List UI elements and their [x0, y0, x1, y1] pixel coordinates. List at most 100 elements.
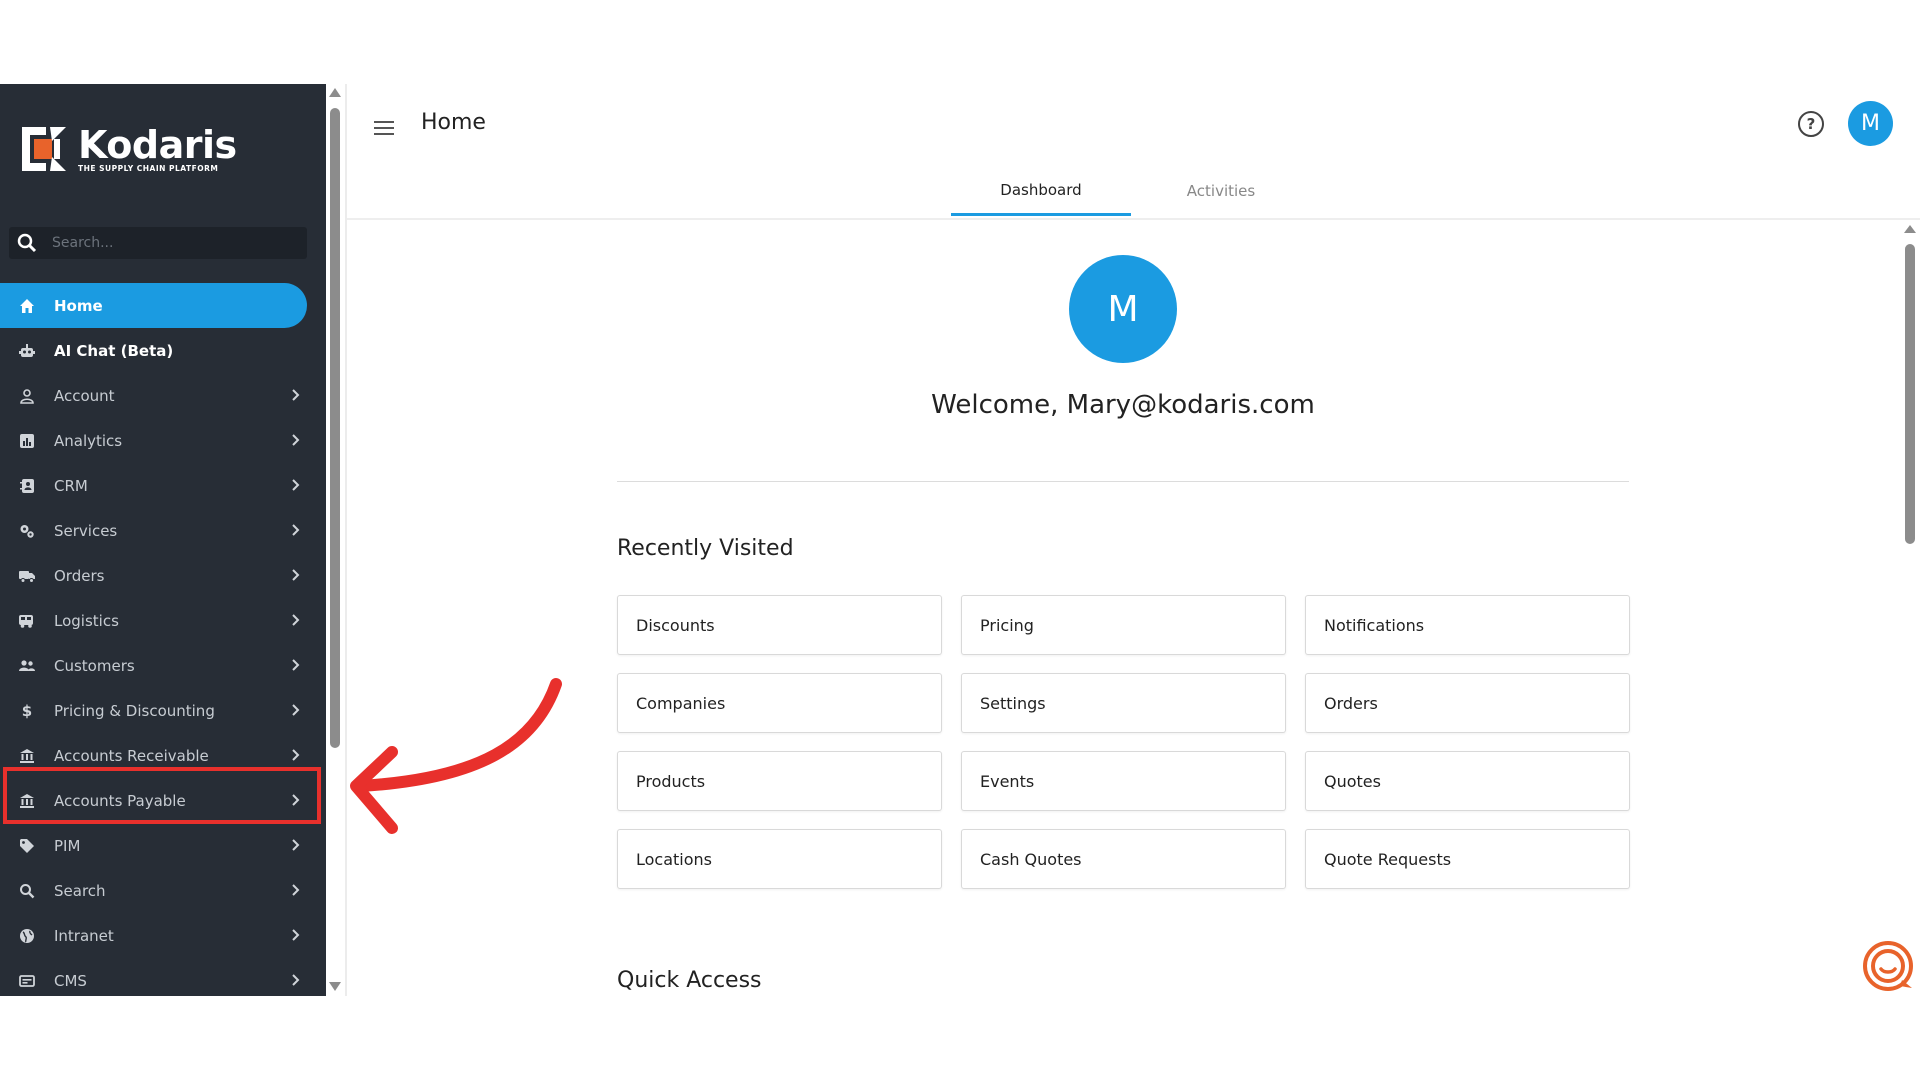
- logo-mark-icon: [20, 125, 68, 173]
- chevron-right-icon: [290, 386, 302, 404]
- chevron-right-icon: [290, 926, 302, 944]
- globe-icon: [18, 927, 36, 945]
- recent-card-settings[interactable]: Settings: [961, 673, 1286, 733]
- home-icon: [18, 297, 36, 315]
- sidebar-item-label: Logistics: [54, 611, 119, 630]
- chevron-right-icon: [290, 746, 302, 764]
- sidebar-item-orders[interactable]: Orders: [0, 553, 326, 598]
- annotation-arrow: [330, 674, 570, 854]
- sidebar-item-label: Analytics: [54, 431, 123, 450]
- sidebar-item-pricing-discounting[interactable]: $ Pricing & Discounting: [0, 688, 326, 733]
- recent-card-cash-quotes[interactable]: Cash Quotes: [961, 829, 1286, 889]
- sidebar-item-label: CMS: [54, 971, 87, 990]
- brand-tagline: THE SUPPLY CHAIN PLATFORM: [78, 164, 219, 173]
- chevron-right-icon: [290, 521, 302, 539]
- sidebar-item-label: PIM: [54, 836, 81, 855]
- sidebar-item-label: Search: [54, 881, 106, 900]
- sidebar-item-intranet[interactable]: Intranet: [0, 913, 326, 958]
- sidebar-scrollbar-thumb[interactable]: [330, 108, 340, 748]
- chevron-right-icon: [290, 971, 302, 989]
- hamburger-menu-icon[interactable]: [373, 118, 397, 138]
- truck-icon: [18, 567, 36, 585]
- sidebar-item-label: Services: [54, 521, 118, 540]
- chevron-right-icon: [290, 431, 302, 449]
- chart-icon: [18, 432, 36, 450]
- sidebar-item-label: AI Chat (Beta): [54, 341, 174, 360]
- recently-visited-grid: Discounts Pricing Notifications Companie…: [617, 595, 1631, 889]
- sidebar-item-cms[interactable]: CMS: [0, 958, 326, 996]
- contacts-icon: [18, 477, 36, 495]
- chevron-right-icon: [290, 476, 302, 494]
- cms-icon: [18, 972, 36, 990]
- recent-card-discounts[interactable]: Discounts: [617, 595, 942, 655]
- main-content: M Welcome, Mary@kodaris.com Recently Vis…: [347, 220, 1907, 996]
- people-icon: [18, 657, 36, 675]
- top-header: Home ? M Dashboard Activities: [347, 84, 1920, 220]
- sidebar-item-services[interactable]: Services: [0, 508, 326, 553]
- recent-card-locations[interactable]: Locations: [617, 829, 942, 889]
- chevron-right-icon: [290, 836, 302, 854]
- tab-dashboard[interactable]: Dashboard: [951, 166, 1131, 216]
- recently-visited-title: Recently Visited: [617, 536, 794, 561]
- recent-card-events[interactable]: Events: [961, 751, 1286, 811]
- dollar-icon: $: [21, 701, 33, 720]
- sidebar-item-ai-chat[interactable]: AI Chat (Beta): [0, 328, 326, 373]
- welcome-message: Welcome, Mary@kodaris.com: [931, 390, 1315, 420]
- chevron-right-icon: [290, 566, 302, 584]
- help-icon[interactable]: ?: [1798, 111, 1824, 137]
- sidebar: Kodaris THE SUPPLY CHAIN PLATFORM Home: [0, 84, 326, 996]
- search-icon: [16, 232, 38, 254]
- sidebar-item-search[interactable]: Search: [0, 868, 326, 913]
- tab-bar: Dashboard Activities: [951, 166, 1311, 216]
- sidebar-item-label: CRM: [54, 476, 88, 495]
- gears-icon: [18, 522, 36, 540]
- sidebar-item-label: Home: [54, 296, 103, 315]
- recent-card-companies[interactable]: Companies: [617, 673, 942, 733]
- recent-card-notifications[interactable]: Notifications: [1305, 595, 1630, 655]
- recent-card-pricing[interactable]: Pricing: [961, 595, 1286, 655]
- scroll-down-arrow-icon[interactable]: [329, 982, 341, 991]
- main-scroll-up-arrow-icon[interactable]: [1904, 225, 1916, 233]
- sidebar-item-label: Pricing & Discounting: [54, 701, 215, 720]
- tag-icon: [18, 837, 36, 855]
- recent-card-products[interactable]: Products: [617, 751, 942, 811]
- kodaris-logo[interactable]: Kodaris THE SUPPLY CHAIN PLATFORM: [20, 122, 237, 176]
- sidebar-item-customers[interactable]: Customers: [0, 643, 326, 688]
- chat-widget-icon[interactable]: [1862, 940, 1914, 992]
- sidebar-item-label: Accounts Receivable: [54, 746, 209, 765]
- tab-activities[interactable]: Activities: [1131, 166, 1311, 216]
- bus-icon: [18, 612, 36, 630]
- recent-card-quote-requests[interactable]: Quote Requests: [1305, 829, 1630, 889]
- search-icon: [18, 882, 36, 900]
- chevron-right-icon: [290, 881, 302, 899]
- sidebar-search[interactable]: [9, 227, 307, 259]
- sidebar-item-label: Customers: [54, 656, 135, 675]
- recent-card-quotes[interactable]: Quotes: [1305, 751, 1630, 811]
- section-divider: [617, 481, 1629, 482]
- sidebar-item-home[interactable]: Home: [0, 283, 307, 328]
- robot-icon: [18, 342, 36, 360]
- sidebar-item-pim[interactable]: PIM: [0, 823, 326, 868]
- sidebar-item-label: Orders: [54, 566, 105, 585]
- annotation-highlight-box: [3, 767, 321, 824]
- sidebar-item-analytics[interactable]: Analytics: [0, 418, 326, 463]
- sidebar-item-account[interactable]: Account: [0, 373, 326, 418]
- sidebar-item-logistics[interactable]: Logistics: [0, 598, 326, 643]
- user-avatar[interactable]: M: [1848, 101, 1893, 146]
- app-window: Kodaris THE SUPPLY CHAIN PLATFORM Home: [0, 84, 1920, 996]
- user-icon: [18, 387, 36, 405]
- chevron-right-icon: [290, 701, 302, 719]
- main-scrollbar-thumb[interactable]: [1905, 244, 1915, 544]
- page-title: Home: [421, 110, 486, 135]
- bank-icon: [18, 747, 36, 765]
- chevron-right-icon: [290, 656, 302, 674]
- search-input[interactable]: [50, 234, 294, 252]
- brand-name: Kodaris: [78, 123, 237, 167]
- sidebar-item-crm[interactable]: CRM: [0, 463, 326, 508]
- profile-avatar: M: [1069, 255, 1177, 363]
- chevron-right-icon: [290, 611, 302, 629]
- scroll-up-arrow-icon[interactable]: [329, 88, 341, 97]
- quick-access-title: Quick Access: [617, 968, 762, 993]
- sidebar-nav: Home AI Chat (Beta) Account Analytics CR…: [0, 283, 326, 996]
- recent-card-orders[interactable]: Orders: [1305, 673, 1630, 733]
